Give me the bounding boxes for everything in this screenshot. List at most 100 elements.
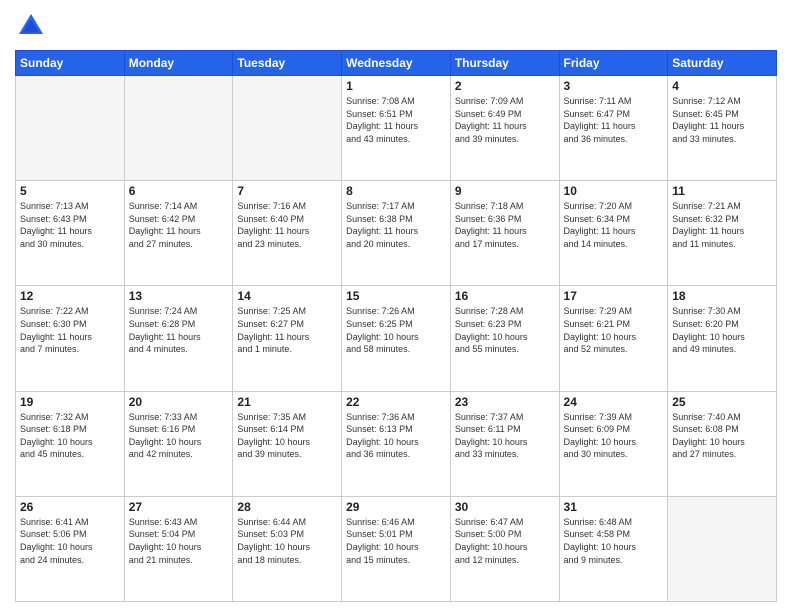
day-info: Sunrise: 7:13 AM Sunset: 6:43 PM Dayligh…: [20, 200, 120, 250]
calendar-week-4: 19 Sunrise: 7:32 AM Sunset: 6:18 PM Dayli…: [16, 391, 777, 496]
day-info: Sunrise: 7:14 AM Sunset: 6:42 PM Dayligh…: [129, 200, 229, 250]
calendar-cell: 17 Sunrise: 7:29 AM Sunset: 6:21 PM Dayli…: [559, 286, 668, 391]
calendar-cell: 19 Sunrise: 7:32 AM Sunset: 6:18 PM Dayli…: [16, 391, 125, 496]
day-number: 19: [20, 395, 120, 409]
calendar-cell: 21 Sunrise: 7:35 AM Sunset: 6:14 PM Dayli…: [233, 391, 342, 496]
calendar-cell: 26 Sunrise: 6:41 AM Sunset: 5:06 PM Dayli…: [16, 496, 125, 601]
col-header-thursday: Thursday: [450, 51, 559, 76]
calendar-cell: 14 Sunrise: 7:25 AM Sunset: 6:27 PM Dayli…: [233, 286, 342, 391]
day-info: Sunrise: 7:29 AM Sunset: 6:21 PM Dayligh…: [564, 305, 664, 355]
calendar-cell: [16, 76, 125, 181]
day-number: 18: [672, 289, 772, 303]
calendar-header-row: SundayMondayTuesdayWednesdayThursdayFrid…: [16, 51, 777, 76]
day-number: 15: [346, 289, 446, 303]
day-number: 7: [237, 184, 337, 198]
day-info: Sunrise: 7:09 AM Sunset: 6:49 PM Dayligh…: [455, 95, 555, 145]
day-number: 14: [237, 289, 337, 303]
day-info: Sunrise: 7:11 AM Sunset: 6:47 PM Dayligh…: [564, 95, 664, 145]
day-number: 31: [564, 500, 664, 514]
day-number: 2: [455, 79, 555, 93]
calendar-cell: 4Sunrise: 7:12 AM Sunset: 6:45 PM Daylig…: [668, 76, 777, 181]
col-header-friday: Friday: [559, 51, 668, 76]
day-info: Sunrise: 7:24 AM Sunset: 6:28 PM Dayligh…: [129, 305, 229, 355]
calendar-cell: 15 Sunrise: 7:26 AM Sunset: 6:25 PM Dayli…: [342, 286, 451, 391]
day-info: Sunrise: 7:40 AM Sunset: 6:08 PM Dayligh…: [672, 411, 772, 461]
col-header-monday: Monday: [124, 51, 233, 76]
col-header-sunday: Sunday: [16, 51, 125, 76]
day-info: Sunrise: 7:37 AM Sunset: 6:11 PM Dayligh…: [455, 411, 555, 461]
calendar-cell: 11 Sunrise: 7:21 AM Sunset: 6:32 PM Dayli…: [668, 181, 777, 286]
day-number: 21: [237, 395, 337, 409]
col-header-saturday: Saturday: [668, 51, 777, 76]
calendar-cell: 30Sunrise: 6:47 AM Sunset: 5:00 PM Dayli…: [450, 496, 559, 601]
day-info: Sunrise: 6:44 AM Sunset: 5:03 PM Dayligh…: [237, 516, 337, 566]
calendar-cell: 22 Sunrise: 7:36 AM Sunset: 6:13 PM Dayli…: [342, 391, 451, 496]
day-info: Sunrise: 7:21 AM Sunset: 6:32 PM Dayligh…: [672, 200, 772, 250]
day-info: Sunrise: 7:16 AM Sunset: 6:40 PM Dayligh…: [237, 200, 337, 250]
page: SundayMondayTuesdayWednesdayThursdayFrid…: [0, 0, 792, 612]
calendar-week-2: 5 Sunrise: 7:13 AM Sunset: 6:43 PM Daylig…: [16, 181, 777, 286]
day-number: 5: [20, 184, 120, 198]
header: [15, 10, 777, 42]
day-info: Sunrise: 7:26 AM Sunset: 6:25 PM Dayligh…: [346, 305, 446, 355]
day-number: 23: [455, 395, 555, 409]
day-info: Sunrise: 7:36 AM Sunset: 6:13 PM Dayligh…: [346, 411, 446, 461]
day-number: 28: [237, 500, 337, 514]
day-info: Sunrise: 7:30 AM Sunset: 6:20 PM Dayligh…: [672, 305, 772, 355]
day-info: Sunrise: 7:35 AM Sunset: 6:14 PM Dayligh…: [237, 411, 337, 461]
day-info: Sunrise: 6:43 AM Sunset: 5:04 PM Dayligh…: [129, 516, 229, 566]
calendar-cell: 8Sunrise: 7:17 AM Sunset: 6:38 PM Daylig…: [342, 181, 451, 286]
col-header-tuesday: Tuesday: [233, 51, 342, 76]
day-number: 16: [455, 289, 555, 303]
calendar-cell: 10 Sunrise: 7:20 AM Sunset: 6:34 PM Dayli…: [559, 181, 668, 286]
calendar-cell: 18 Sunrise: 7:30 AM Sunset: 6:20 PM Dayli…: [668, 286, 777, 391]
day-info: Sunrise: 7:32 AM Sunset: 6:18 PM Dayligh…: [20, 411, 120, 461]
calendar-table: SundayMondayTuesdayWednesdayThursdayFrid…: [15, 50, 777, 602]
day-number: 4: [672, 79, 772, 93]
calendar-cell: [668, 496, 777, 601]
logo: [15, 10, 51, 42]
day-info: Sunrise: 7:22 AM Sunset: 6:30 PM Dayligh…: [20, 305, 120, 355]
calendar-cell: 23 Sunrise: 7:37 AM Sunset: 6:11 PM Dayli…: [450, 391, 559, 496]
day-number: 26: [20, 500, 120, 514]
day-info: Sunrise: 6:48 AM Sunset: 4:58 PM Dayligh…: [564, 516, 664, 566]
calendar-cell: [233, 76, 342, 181]
day-info: Sunrise: 6:46 AM Sunset: 5:01 PM Dayligh…: [346, 516, 446, 566]
day-number: 8: [346, 184, 446, 198]
day-number: 12: [20, 289, 120, 303]
calendar-cell: 3Sunrise: 7:11 AM Sunset: 6:47 PM Daylig…: [559, 76, 668, 181]
day-number: 11: [672, 184, 772, 198]
day-info: Sunrise: 7:25 AM Sunset: 6:27 PM Dayligh…: [237, 305, 337, 355]
day-info: Sunrise: 7:20 AM Sunset: 6:34 PM Dayligh…: [564, 200, 664, 250]
day-info: Sunrise: 6:41 AM Sunset: 5:06 PM Dayligh…: [20, 516, 120, 566]
calendar-cell: 9Sunrise: 7:18 AM Sunset: 6:36 PM Daylig…: [450, 181, 559, 286]
calendar-week-5: 26 Sunrise: 6:41 AM Sunset: 5:06 PM Dayli…: [16, 496, 777, 601]
day-number: 1: [346, 79, 446, 93]
calendar-cell: 29 Sunrise: 6:46 AM Sunset: 5:01 PM Dayli…: [342, 496, 451, 601]
calendar-cell: 31 Sunrise: 6:48 AM Sunset: 4:58 PM Dayli…: [559, 496, 668, 601]
calendar-cell: 25Sunrise: 7:40 AM Sunset: 6:08 PM Dayli…: [668, 391, 777, 496]
day-number: 24: [564, 395, 664, 409]
calendar-cell: 28 Sunrise: 6:44 AM Sunset: 5:03 PM Dayli…: [233, 496, 342, 601]
day-number: 10: [564, 184, 664, 198]
col-header-wednesday: Wednesday: [342, 51, 451, 76]
calendar-week-3: 12 Sunrise: 7:22 AM Sunset: 6:30 PM Dayli…: [16, 286, 777, 391]
day-number: 20: [129, 395, 229, 409]
calendar-cell: 20 Sunrise: 7:33 AM Sunset: 6:16 PM Dayli…: [124, 391, 233, 496]
calendar-cell: 2 Sunrise: 7:09 AM Sunset: 6:49 PM Daylig…: [450, 76, 559, 181]
day-number: 17: [564, 289, 664, 303]
day-number: 29: [346, 500, 446, 514]
day-number: 6: [129, 184, 229, 198]
day-info: Sunrise: 7:28 AM Sunset: 6:23 PM Dayligh…: [455, 305, 555, 355]
day-info: Sunrise: 7:39 AM Sunset: 6:09 PM Dayligh…: [564, 411, 664, 461]
day-number: 9: [455, 184, 555, 198]
day-info: Sunrise: 7:08 AM Sunset: 6:51 PM Dayligh…: [346, 95, 446, 145]
day-number: 30: [455, 500, 555, 514]
calendar-cell: 16 Sunrise: 7:28 AM Sunset: 6:23 PM Dayli…: [450, 286, 559, 391]
calendar-cell: 12 Sunrise: 7:22 AM Sunset: 6:30 PM Dayli…: [16, 286, 125, 391]
calendar-week-1: 1 Sunrise: 7:08 AM Sunset: 6:51 PM Daylig…: [16, 76, 777, 181]
day-number: 22: [346, 395, 446, 409]
day-info: Sunrise: 7:33 AM Sunset: 6:16 PM Dayligh…: [129, 411, 229, 461]
calendar-cell: 7 Sunrise: 7:16 AM Sunset: 6:40 PM Daylig…: [233, 181, 342, 286]
day-number: 13: [129, 289, 229, 303]
